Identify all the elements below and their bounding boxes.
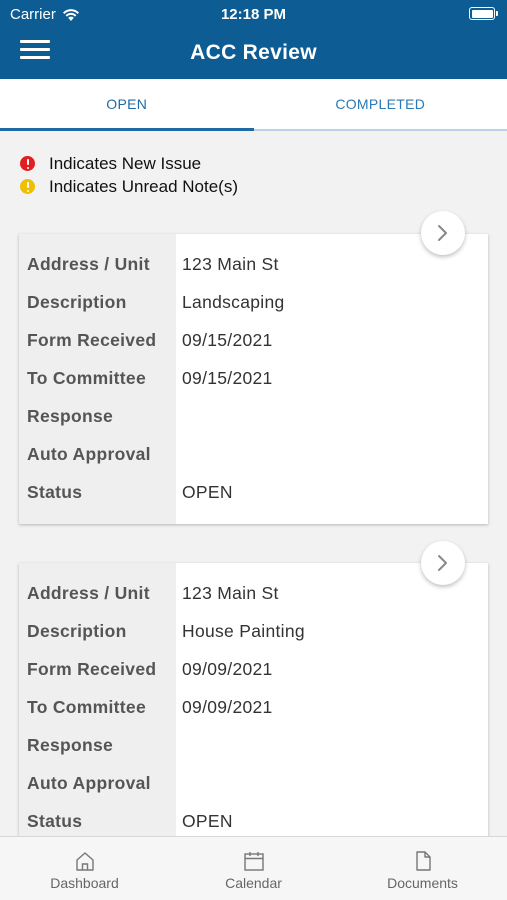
field-value: Landscaping xyxy=(182,292,285,312)
alert-yellow-icon xyxy=(20,179,35,194)
legend-new-issue-text: Indicates New Issue xyxy=(49,153,202,173)
field-label: Status xyxy=(27,482,83,502)
tab-open[interactable]: OPEN xyxy=(0,79,254,131)
page-title: ACC Review xyxy=(190,41,317,64)
field-value: 09/09/2021 xyxy=(182,697,273,717)
field-label: Status xyxy=(27,811,83,831)
battery-icon xyxy=(469,7,498,20)
field-label: To Committee xyxy=(27,368,146,388)
home-icon xyxy=(75,852,94,871)
row-form-received: Form Received 09/09/2021 xyxy=(19,659,488,697)
tab-documents[interactable]: Documents xyxy=(338,837,507,900)
row-response: Response xyxy=(19,406,488,444)
status-bar: Carrier 12:18 PM xyxy=(0,0,507,28)
tab-completed[interactable]: COMPLETED xyxy=(254,79,507,129)
legend-new-issue: Indicates New Issue xyxy=(20,152,238,175)
tab-calendar[interactable]: Calendar xyxy=(169,837,338,900)
row-auto-approval: Auto Approval xyxy=(19,444,488,482)
field-value: House Painting xyxy=(182,621,305,641)
review-card[interactable]: Address / Unit 123 Main St Description H… xyxy=(19,563,488,853)
row-response: Response xyxy=(19,735,488,773)
legend-unread-note: Indicates Unread Note(s) xyxy=(20,175,238,198)
chevron-right-icon xyxy=(438,225,447,241)
field-label: Address / Unit xyxy=(27,583,150,603)
field-label: Auto Approval xyxy=(27,444,151,464)
clock: 12:18 PM xyxy=(220,6,287,23)
chevron-right-icon xyxy=(438,555,447,571)
field-label: Description xyxy=(27,292,127,312)
field-label: Response xyxy=(27,406,114,426)
open-details-button[interactable] xyxy=(421,211,465,255)
field-label: To Committee xyxy=(27,697,146,717)
document-icon xyxy=(415,851,431,871)
tab-bar-top: OPEN COMPLETED xyxy=(0,79,507,131)
tab-calendar-label: Calendar xyxy=(225,875,282,891)
bottom-tab-bar: Dashboard Calendar Documents xyxy=(0,836,507,900)
row-to-committee: To Committee 09/15/2021 xyxy=(19,368,488,406)
field-value: 09/15/2021 xyxy=(182,330,273,350)
row-status: Status OPEN xyxy=(19,482,488,520)
field-value: 123 Main St xyxy=(182,254,279,274)
open-details-button[interactable] xyxy=(421,541,465,585)
calendar-icon xyxy=(243,852,264,871)
field-label: Auto Approval xyxy=(27,773,151,793)
field-label: Form Received xyxy=(27,659,157,679)
review-card[interactable]: Address / Unit 123 Main St Description L… xyxy=(19,234,488,524)
field-label: Form Received xyxy=(27,330,157,350)
row-address: Address / Unit 123 Main St xyxy=(19,254,488,292)
field-label: Address / Unit xyxy=(27,254,150,274)
field-value: OPEN xyxy=(182,482,233,502)
row-auto-approval: Auto Approval xyxy=(19,773,488,811)
tab-dashboard[interactable]: Dashboard xyxy=(0,837,169,900)
field-value: 09/09/2021 xyxy=(182,659,273,679)
field-label: Description xyxy=(27,621,127,641)
alert-red-icon xyxy=(20,156,35,171)
row-to-committee: To Committee 09/09/2021 xyxy=(19,697,488,735)
field-label: Response xyxy=(27,735,114,755)
row-description: Description Landscaping xyxy=(19,292,488,330)
field-value: 123 Main St xyxy=(182,583,279,603)
field-value: OPEN xyxy=(182,811,233,831)
app-header: Carrier 12:18 PM ACC Review xyxy=(0,0,507,79)
tab-dashboard-label: Dashboard xyxy=(50,875,119,891)
row-description: Description House Painting xyxy=(19,621,488,659)
field-value: 09/15/2021 xyxy=(182,368,273,388)
tab-documents-label: Documents xyxy=(387,875,458,891)
row-form-received: Form Received 09/15/2021 xyxy=(19,330,488,368)
legend-unread-note-text: Indicates Unread Note(s) xyxy=(49,176,238,196)
row-address: Address / Unit 123 Main St xyxy=(19,583,488,621)
legend: Indicates New Issue Indicates Unread Not… xyxy=(20,152,238,198)
